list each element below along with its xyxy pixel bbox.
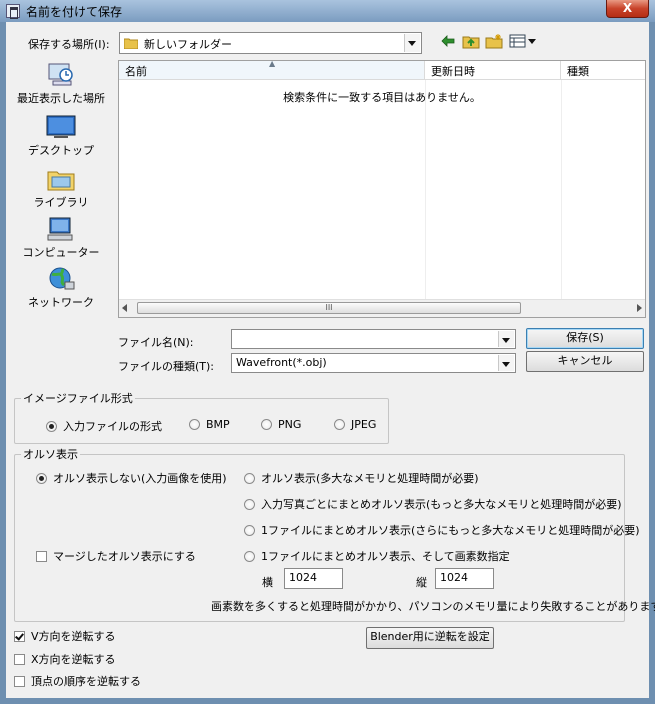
radio-png[interactable]: PNG	[261, 418, 301, 431]
column-divider	[425, 80, 426, 299]
blender-flip-button[interactable]: Blender用に逆転を設定	[366, 627, 494, 649]
radio-indicator	[244, 499, 255, 510]
window-title: 名前を付けて保存	[26, 5, 123, 19]
save-location-label: 保存する場所(I):	[28, 38, 110, 51]
width-label: 横	[262, 576, 273, 589]
desktop-icon	[46, 114, 76, 140]
file-type-label: ファイルの種類(T):	[118, 360, 215, 373]
place-label: コンピューター	[22, 246, 100, 259]
place-label: ライブラリ	[33, 196, 89, 209]
new-folder-icon[interactable]	[485, 33, 503, 49]
cancel-button[interactable]: キャンセル	[526, 351, 644, 372]
place-label: ネットワーク	[28, 296, 94, 309]
radio-ortho-none[interactable]: オルソ表示しない(入力画像を使用)	[36, 470, 227, 486]
place-network[interactable]: ネットワーク	[10, 266, 112, 310]
scroll-left-icon[interactable]	[122, 304, 127, 312]
radio-ortho-single-file[interactable]: 1ファイルにまとめオルソ表示(さらにもっと多大なメモリと処理時間が必要)	[244, 522, 640, 538]
scroll-thumb[interactable]: III	[137, 302, 521, 314]
radio-indicator	[244, 473, 255, 484]
close-button[interactable]: X	[606, 0, 649, 18]
merge-ortho-checkbox[interactable]: マージしたオルソ表示にする	[36, 548, 196, 564]
file-list-view[interactable]: ▲ 名前 更新日時 種類 検索条件に一致する項目はありません。 III	[118, 60, 646, 318]
checkbox-indicator	[14, 654, 25, 665]
radio-ortho[interactable]: オルソ表示(多大なメモリと処理時間が必要)	[244, 470, 479, 486]
back-arrow-icon[interactable]	[440, 33, 456, 49]
save-as-dialog: 名前を付けて保存 X 保存する場所(I): 新しいフォルダー 最近表示した場所 …	[0, 0, 655, 704]
radio-ortho-per-photo[interactable]: 入力写真ごとにまとめオルソ表示(もっと多大なメモリと処理時間が必要)	[244, 496, 622, 512]
place-desktop[interactable]: デスクトップ	[10, 114, 112, 158]
reverse-vertices-checkbox[interactable]: 頂点の順序を逆転する	[14, 673, 141, 689]
chevron-down-icon[interactable]	[498, 331, 514, 347]
file-name-label: ファイル名(N):	[118, 336, 194, 349]
chevron-down-icon[interactable]	[498, 355, 514, 371]
place-label: 最近表示した場所	[17, 92, 105, 105]
place-recent[interactable]: 最近表示した場所	[10, 62, 112, 106]
checkbox-indicator	[14, 676, 25, 687]
libraries-icon	[46, 166, 76, 192]
width-input[interactable]: 1024	[284, 568, 343, 589]
radio-bmp[interactable]: BMP	[189, 418, 230, 431]
radio-indicator	[261, 419, 272, 430]
folder-icon	[123, 37, 139, 50]
places-bar: 最近表示した場所 デスクトップ ライブラリ コンピューター ネットワーク	[10, 58, 112, 318]
file-type-combo[interactable]: Wavefront(*.obj)	[231, 353, 516, 373]
place-label: デスクトップ	[28, 144, 94, 157]
column-header-name[interactable]: ▲ 名前	[119, 61, 425, 80]
radio-input-format[interactable]: 入力ファイルの形式	[46, 418, 162, 434]
ortho-legend: オルソ表示	[23, 448, 78, 461]
height-input[interactable]: 1024	[435, 568, 494, 589]
computer-icon	[46, 216, 76, 242]
column-header-modified[interactable]: 更新日時	[425, 61, 561, 80]
flip-x-checkbox[interactable]: X方向を逆転する	[14, 651, 116, 667]
radio-jpeg[interactable]: JPEG	[334, 418, 376, 431]
flip-v-checkbox[interactable]: V方向を逆転する	[14, 628, 116, 644]
column-divider	[561, 80, 562, 299]
file-name-combo[interactable]	[231, 329, 516, 349]
image-format-legend: イメージファイル形式	[23, 392, 133, 405]
network-icon	[46, 266, 76, 292]
save-location-combo[interactable]: 新しいフォルダー	[119, 32, 422, 54]
save-button[interactable]: 保存(S)	[526, 328, 644, 349]
horizontal-scrollbar[interactable]: III	[119, 299, 645, 317]
pixel-count-note: 画素数を多くすると処理時間がかかり、パソコンのメモリ量により失敗することがありま…	[211, 600, 655, 613]
radio-indicator	[189, 419, 200, 430]
checkbox-indicator	[14, 631, 25, 642]
radio-indicator	[36, 473, 47, 484]
chevron-down-icon[interactable]	[404, 34, 420, 52]
column-header-type[interactable]: 種類	[561, 61, 645, 80]
app-icon	[6, 4, 20, 19]
checkbox-indicator	[36, 551, 47, 562]
height-label: 縦	[416, 576, 427, 589]
radio-indicator	[334, 419, 345, 430]
dialog-client-area: 保存する場所(I): 新しいフォルダー 最近表示した場所 デスクトップ ライブラ…	[6, 22, 655, 698]
place-computer[interactable]: コンピューター	[10, 216, 112, 260]
radio-indicator	[244, 551, 255, 562]
radio-ortho-pixel-count[interactable]: 1ファイルにまとめオルソ表示、そして画素数指定	[244, 548, 510, 564]
file-type-value: Wavefront(*.obj)	[236, 356, 327, 369]
empty-message: 検索条件に一致する項目はありません。	[283, 91, 481, 104]
sort-ascending-icon: ▲	[269, 60, 276, 68]
radio-indicator	[46, 421, 57, 432]
view-menu-icon[interactable]	[509, 33, 537, 49]
place-libraries[interactable]: ライブラリ	[10, 166, 112, 210]
up-folder-icon[interactable]	[462, 33, 480, 49]
save-location-value: 新しいフォルダー	[144, 38, 232, 51]
radio-indicator	[244, 525, 255, 536]
scroll-right-icon[interactable]	[637, 304, 642, 312]
title-bar[interactable]: 名前を付けて保存 X	[0, 0, 655, 22]
recent-places-icon	[46, 62, 76, 88]
image-format-group: イメージファイル形式	[14, 390, 389, 444]
